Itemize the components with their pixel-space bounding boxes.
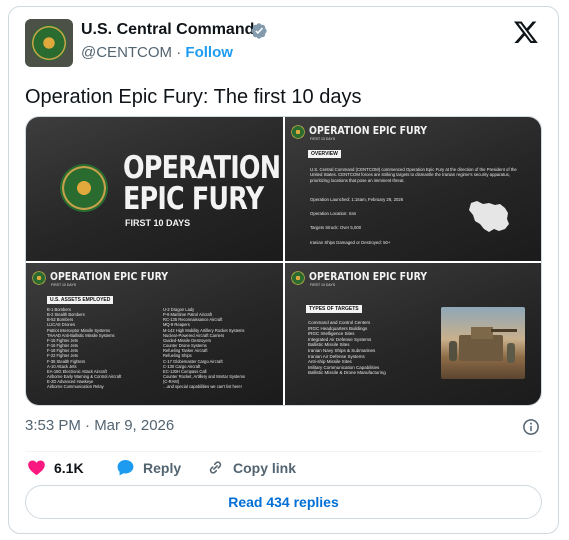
list-item: Iranian Navy Ships & Submarines — [308, 347, 376, 353]
panel-subtitle: FIRST 10 DAYS — [310, 283, 336, 287]
panel-subtitle: FIRST 10 DAYS — [310, 137, 336, 141]
targets-list: Command and Control Centers IRGC Headquar… — [308, 320, 386, 376]
info-icon[interactable] — [522, 418, 540, 436]
divider — [25, 451, 542, 452]
section-tag: U.S. ASSETS EMPLOYED — [47, 296, 114, 304]
list-item: Airborne Communication Relay — [47, 384, 104, 390]
overview-text: U.S. Central Command (CENTCOM) commenced… — [310, 167, 517, 183]
x-logo-icon[interactable] — [513, 19, 539, 45]
centcom-seal-icon — [60, 164, 108, 212]
section-tag: OVERVIEW — [308, 150, 341, 158]
media-image-1[interactable]: OPERATION EPIC FURY FIRST 10 DAYS — [26, 117, 283, 261]
link-icon — [209, 461, 222, 474]
armored-vehicle-photo — [441, 307, 525, 379]
like-count: 6.1K — [54, 459, 84, 476]
title-line-2: EPIC FURY — [123, 181, 264, 217]
media-grid[interactable]: OPERATION EPIC FURY FIRST 10 DAYS OPERAT… — [25, 116, 542, 406]
ships-text: Iranian Ships Damaged or Destroyed: 50+ — [310, 240, 391, 245]
assets-right-column: U-2 Dragon Lady P-8 Maritime Patrol Aircr… — [163, 307, 245, 390]
panel-title: OPERATION EPIC FURY — [309, 124, 428, 137]
follow-button[interactable]: Follow — [185, 44, 233, 61]
author-name[interactable]: U.S. Central Command — [81, 21, 254, 39]
media-image-4[interactable]: OPERATION EPIC FURY FIRST 10 DAYS TYPES … — [285, 263, 541, 405]
iran-map-icon — [469, 201, 509, 232]
copy-link-label: Copy link — [233, 459, 297, 476]
panel-subtitle: FIRST 10 DAYS — [125, 218, 191, 228]
heart-icon — [28, 460, 45, 476]
reply-label: Reply — [143, 459, 182, 476]
read-replies-button[interactable]: Read 434 replies — [25, 485, 542, 519]
media-image-3[interactable]: OPERATION EPIC FURY FIRST 10 DAYS U.S. A… — [26, 263, 283, 405]
list-item: Ballistic Missile & Drone Manufacturing — [308, 370, 386, 376]
list-item: …and special capabilities we can't list … — [163, 384, 242, 390]
panel-title: OPERATION EPIC FURY — [309, 270, 428, 283]
centcom-seal-icon — [31, 25, 67, 61]
launched-text: Operation Launched: 1:15am, February 28,… — [310, 197, 404, 202]
panel-subtitle: FIRST 10 DAYS — [51, 283, 77, 287]
location-text: Operation Location: Iran — [310, 211, 357, 216]
handle-row: @CENTCOM · Follow — [81, 44, 233, 61]
speech-bubble-icon — [117, 459, 134, 476]
tweet-text: Operation Epic Fury: The first 10 days — [25, 86, 362, 108]
title-line-1: OPERATION — [123, 150, 281, 186]
like-button[interactable]: 6.1K — [27, 458, 84, 477]
targets-struck-text: Targets Struck: Over 5,000 — [310, 225, 362, 230]
separator: · — [176, 44, 182, 61]
tweet-card: U.S. Central Command @CENTCOM · Follow O… — [8, 6, 559, 534]
centcom-seal-icon — [32, 271, 46, 285]
centcom-seal-icon — [291, 125, 305, 139]
panel-title: OPERATION EPIC FURY — [50, 270, 169, 283]
tweet-timestamp[interactable]: 3:53 PM · Mar 9, 2026 — [25, 417, 174, 434]
avatar[interactable] — [25, 19, 73, 67]
verified-badge-icon — [251, 23, 267, 39]
copy-link-button[interactable]: Copy link — [206, 458, 296, 477]
panel-title: OPERATION EPIC FURY — [123, 150, 281, 217]
assets-left-column: B-1 Bombers B-2 Stealth Bombers B-52 Bombe… — [47, 307, 121, 390]
author-handle[interactable]: @CENTCOM — [81, 44, 172, 61]
media-image-2[interactable]: OPERATION EPIC FURY FIRST 10 DAYS OVERVI… — [285, 117, 541, 261]
centcom-seal-icon — [291, 271, 305, 285]
reply-button[interactable]: Reply — [116, 458, 181, 477]
section-tag: TYPES OF TARGETS — [306, 305, 362, 313]
